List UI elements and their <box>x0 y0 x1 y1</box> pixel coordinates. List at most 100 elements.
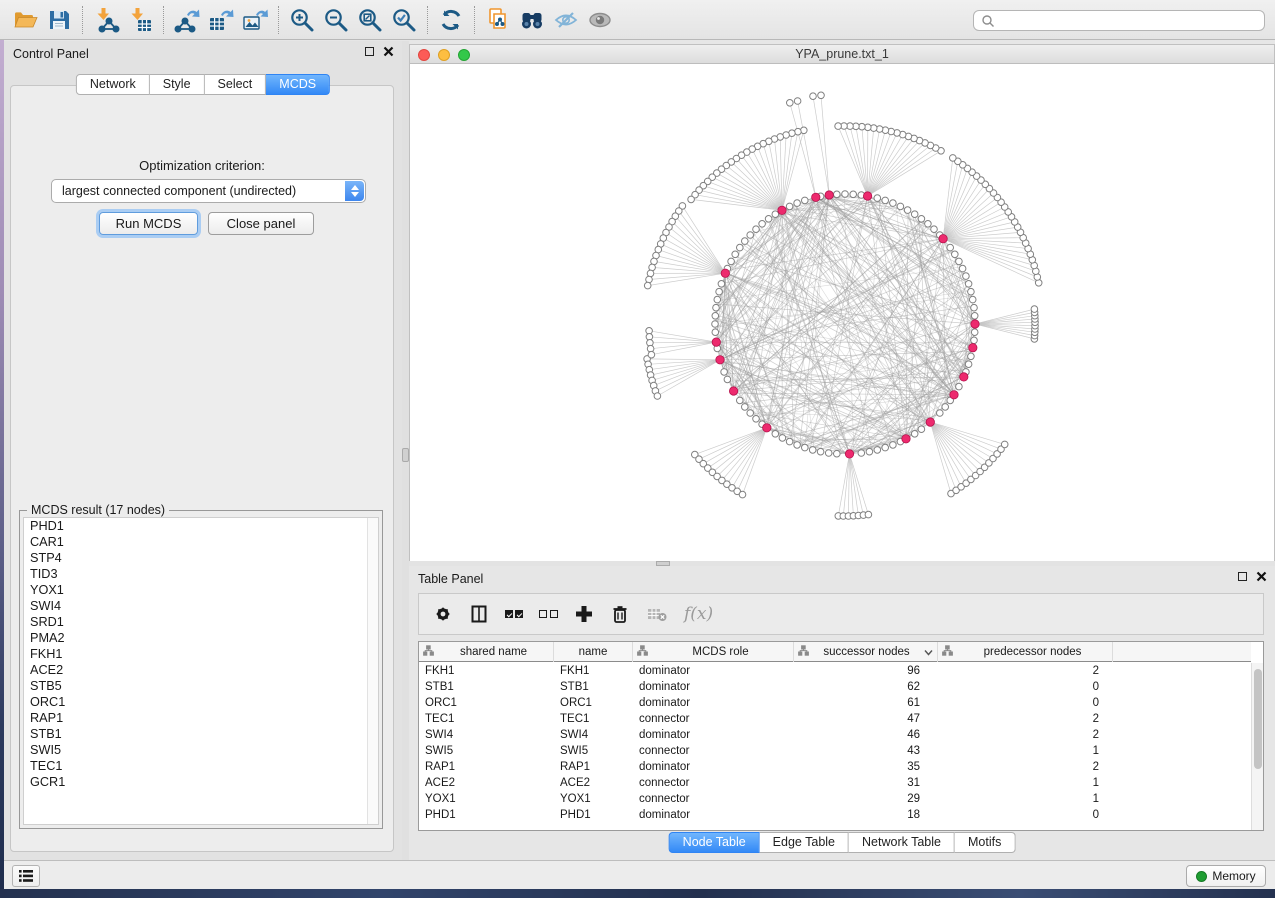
tab-select[interactable]: Select <box>205 74 267 95</box>
network-canvas[interactable] <box>410 64 1274 561</box>
tab-style[interactable]: Style <box>150 74 205 95</box>
table-panel-title: Table Panel <box>409 572 483 586</box>
mcds-result-item[interactable]: ORC1 <box>24 694 378 710</box>
show-all-eye-icon[interactable] <box>583 4 617 36</box>
splitter-grip[interactable] <box>402 448 409 462</box>
float-panel-icon[interactable] <box>365 47 374 56</box>
search-input[interactable] <box>995 12 1264 29</box>
tab-edge-table[interactable]: Edge Table <box>760 832 849 853</box>
cell-name: SWI4 <box>554 727 633 743</box>
table-row-ORC1[interactable]: ORC1ORC1dominator610 <box>419 695 1251 711</box>
cell-successor_nodes: 62 <box>794 679 938 695</box>
table-scrollbar[interactable] <box>1251 663 1263 830</box>
mcds-result-item[interactable]: STB5 <box>24 678 378 694</box>
table-row-SWI4[interactable]: SWI4SWI4dominator462 <box>419 727 1251 743</box>
mcds-result-item[interactable]: SRD1 <box>24 614 378 630</box>
select-all-checkboxes-icon[interactable] <box>505 610 523 618</box>
table-options-gear-icon[interactable] <box>433 604 453 624</box>
cell-predecessor_nodes: 2 <box>938 711 1113 727</box>
mcds-result-item[interactable]: CAR1 <box>24 534 378 550</box>
table-row-ACE2[interactable]: ACE2ACE2connector311 <box>419 775 1251 791</box>
table-panel-titlebar: Table Panel <box>409 566 1275 592</box>
memory-button[interactable]: Memory <box>1186 865 1266 887</box>
tab-network-table[interactable]: Network Table <box>849 832 955 853</box>
close-panel-icon[interactable] <box>1256 571 1267 582</box>
tab-motifs[interactable]: Motifs <box>955 832 1015 853</box>
column-header-shared-name[interactable]: shared name <box>419 642 554 662</box>
save-session-icon[interactable] <box>42 4 76 36</box>
cell-shared_name: TEC1 <box>419 711 554 727</box>
criterion-dropdown[interactable]: largest connected component (undirected) <box>51 179 366 203</box>
table-row-PHD1[interactable]: PHD1PHD1dominator180 <box>419 807 1251 823</box>
cell-predecessor_nodes: 2 <box>938 727 1113 743</box>
hide-selected-eye-slash-icon[interactable] <box>549 4 583 36</box>
table-header-row: shared namenameMCDS rolesuccessor nodesp… <box>419 642 1251 662</box>
mcds-result-item[interactable]: STB1 <box>24 726 378 742</box>
network-window-titlebar[interactable]: YPA_prune.txt_1 <box>410 45 1274 64</box>
tab-mcds[interactable]: MCDS <box>266 74 330 95</box>
table-toolbar: f(x) <box>418 593 1264 635</box>
mcds-list-scrollbar[interactable] <box>367 518 378 824</box>
search-field[interactable] <box>973 10 1265 31</box>
column-header-name[interactable]: name <box>554 642 633 662</box>
import-table-icon[interactable] <box>123 4 157 36</box>
cytoscape-app-window: Control Panel NetworkStyleSelectMCDS Opt… <box>0 0 1275 898</box>
scrollbar-thumb[interactable] <box>1254 669 1262 769</box>
delete-column-trash-icon[interactable] <box>610 604 630 624</box>
column-namespace-icon <box>423 645 434 656</box>
table-panel-tabs: Node TableEdge TableNetwork TableMotifs <box>669 832 1016 853</box>
refresh-view-icon[interactable] <box>434 4 468 36</box>
mcds-result-item[interactable]: PHD1 <box>24 518 378 534</box>
show-columns-icon[interactable] <box>469 604 489 624</box>
column-header-MCDS-role[interactable]: MCDS role <box>633 642 794 662</box>
cell-successor_nodes: 29 <box>794 791 938 807</box>
zoom-selected-icon[interactable] <box>387 4 421 36</box>
column-header-successor-nodes[interactable]: successor nodes <box>794 642 938 662</box>
mcds-result-item[interactable]: RAP1 <box>24 710 378 726</box>
import-network-icon[interactable] <box>89 4 123 36</box>
table-row-FKH1[interactable]: FKH1FKH1dominator962 <box>419 663 1251 679</box>
mcds-result-item[interactable]: PMA2 <box>24 630 378 646</box>
mcds-result-list[interactable]: PHD1CAR1STP4TID3YOX1SWI4SRD1PMA2FKH1ACE2… <box>23 517 379 825</box>
close-panel-icon[interactable] <box>383 46 394 57</box>
row-details-button[interactable] <box>12 865 40 887</box>
mcds-result-item[interactable]: FKH1 <box>24 646 378 662</box>
tab-network[interactable]: Network <box>76 74 150 95</box>
column-header-predecessor-nodes[interactable]: predecessor nodes <box>938 642 1113 662</box>
delete-table-icon-disabled <box>646 604 668 624</box>
table-row-SWI5[interactable]: SWI5SWI5connector431 <box>419 743 1251 759</box>
export-network-icon[interactable] <box>170 4 204 36</box>
mcds-result-item[interactable]: GCR1 <box>24 774 378 790</box>
export-table-icon[interactable] <box>204 4 238 36</box>
toolbar-separator <box>163 6 164 34</box>
table-row-TEC1[interactable]: TEC1TEC1connector472 <box>419 711 1251 727</box>
duplicate-network-icon[interactable] <box>481 4 515 36</box>
mcds-result-item[interactable]: ACE2 <box>24 662 378 678</box>
zoom-fit-icon[interactable] <box>353 4 387 36</box>
desktop-background-bottom <box>0 889 1275 898</box>
deselect-all-checkboxes-icon[interactable] <box>539 610 558 618</box>
mcds-result-groupbox: MCDS result (17 nodes) PHD1CAR1STP4TID3Y… <box>19 510 383 829</box>
zoom-out-icon[interactable] <box>319 4 353 36</box>
table-row-STB1[interactable]: STB1STB1dominator620 <box>419 679 1251 695</box>
table-row-YOX1[interactable]: YOX1YOX1connector291 <box>419 791 1251 807</box>
find-binoculars-icon[interactable] <box>515 4 549 36</box>
float-panel-icon[interactable] <box>1238 572 1247 581</box>
mcds-result-item[interactable]: TEC1 <box>24 758 378 774</box>
network-graph[interactable] <box>410 64 1275 562</box>
tab-node-table[interactable]: Node Table <box>669 832 760 853</box>
mcds-result-item[interactable]: STP4 <box>24 550 378 566</box>
open-file-icon[interactable] <box>8 4 42 36</box>
add-column-icon[interactable] <box>574 604 594 624</box>
cell-mcds_role: dominator <box>633 663 794 679</box>
table-row-RAP1[interactable]: RAP1RAP1dominator352 <box>419 759 1251 775</box>
zoom-in-icon[interactable] <box>285 4 319 36</box>
mcds-result-item[interactable]: SWI4 <box>24 598 378 614</box>
vertical-splitter[interactable] <box>402 41 409 860</box>
run-mcds-button[interactable]: Run MCDS <box>99 212 198 235</box>
mcds-result-item[interactable]: TID3 <box>24 566 378 582</box>
close-panel-button[interactable]: Close panel <box>208 212 314 235</box>
mcds-result-item[interactable]: YOX1 <box>24 582 378 598</box>
mcds-result-item[interactable]: SWI5 <box>24 742 378 758</box>
export-image-icon[interactable] <box>238 4 272 36</box>
